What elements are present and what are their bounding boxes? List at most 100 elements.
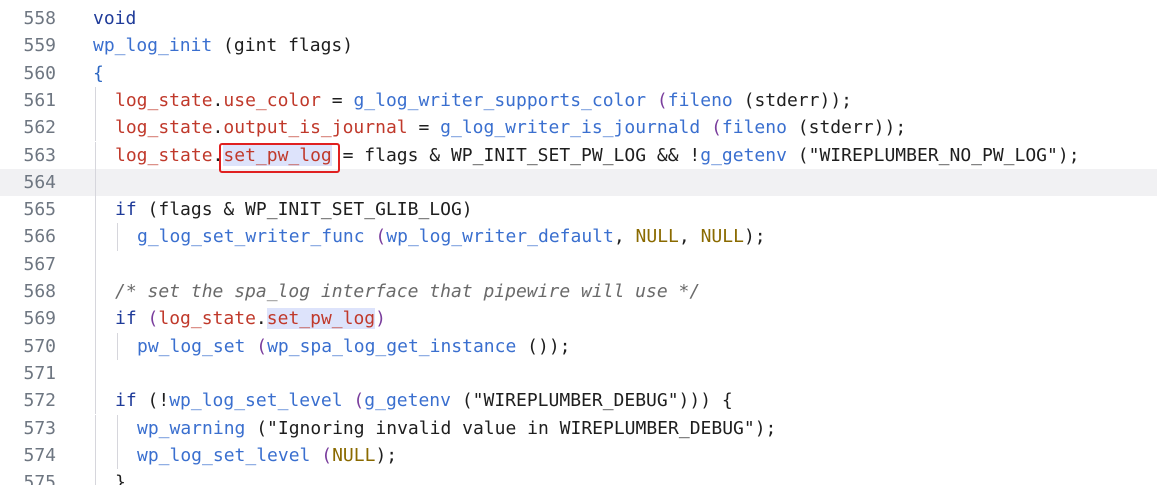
code-token: log_state xyxy=(115,144,213,166)
code-token: ("WIREPLUMBER_NO_PW_LOG"); xyxy=(786,144,1080,166)
line-code: if (!wp_log_set_level (g_getenv ("WIREPL… xyxy=(115,387,733,414)
code-token: pw_log_set xyxy=(137,335,246,357)
code-line[interactable]: 571 xyxy=(0,359,1157,388)
code-token: if xyxy=(115,390,137,412)
code-token: ( xyxy=(700,117,722,139)
code-token: ); xyxy=(743,226,766,248)
indent-guide xyxy=(95,359,96,388)
line-code: wp_warning ("Ignoring invalid value in W… xyxy=(137,415,776,442)
indent-guide xyxy=(95,114,96,142)
code-token: . xyxy=(255,308,267,330)
code-token: fileno xyxy=(721,117,787,139)
code-line[interactable]: 569 if (log_state.set_pw_log) xyxy=(0,305,1157,333)
code-line[interactable]: 561 log_state.use_color = g_log_writer_su… xyxy=(0,86,1157,115)
code-line[interactable]: 575} xyxy=(0,469,1157,485)
code-token: (flags & WP_INIT_SET_GLIB_LOG) xyxy=(136,199,473,221)
line-number: 563 xyxy=(23,144,56,166)
line-number: 564 xyxy=(23,171,56,193)
code-token: ( xyxy=(364,226,387,248)
line-code: { xyxy=(93,60,104,87)
code-token: { xyxy=(93,62,104,84)
code-token: set_pw_log xyxy=(266,308,376,330)
code-line[interactable]: 563 log_state.set_pw_log = flags & WP_INI… xyxy=(0,141,1157,169)
code-editor[interactable]: 558 void 559 wp_log_init (gint flags) 560 {56… xyxy=(0,0,1157,485)
line-code: pw_log_set (wp_spa_log_get_instance ()); xyxy=(137,333,571,360)
indent-guide xyxy=(117,441,118,470)
code-token: ) xyxy=(375,308,386,330)
code-token: NULL xyxy=(700,226,744,248)
code-token: ( xyxy=(245,335,268,357)
code-token: wp_log_set_level xyxy=(137,444,311,466)
code-token: g_log_writer_supports_color xyxy=(353,89,647,111)
code-token: (gint flags) xyxy=(212,35,354,57)
indent-guide xyxy=(95,332,96,360)
indent-guide xyxy=(95,168,96,197)
code-line[interactable]: 565 if (flags & WP_INIT_SET_GLIB_LOG) xyxy=(0,196,1157,224)
code-line[interactable]: 568 /* set the spa_log interface that pip… xyxy=(0,278,1157,306)
line-code: wp_log_init (gint flags) xyxy=(93,32,353,59)
code-token: wp_spa_log_get_instance xyxy=(267,335,517,357)
line-code: /* set the spa_log interface that pipewi… xyxy=(115,278,700,305)
code-line[interactable]: 564 xyxy=(0,168,1157,197)
code-line[interactable]: 574 wp_log_set_level (NULL); xyxy=(0,441,1157,470)
line-number: 570 xyxy=(23,335,56,357)
code-line[interactable]: 562 log_state.output_is_journal = g_log_w… xyxy=(0,114,1157,142)
line-code: g_log_set_writer_func (wp_log_writer_def… xyxy=(137,223,766,250)
code-token: g_getenv xyxy=(700,144,787,166)
indent-guide xyxy=(95,305,96,333)
code-line[interactable]: 558 void xyxy=(0,5,1157,32)
line-code: if (flags & WP_INIT_SET_GLIB_LOG) xyxy=(115,196,473,223)
code-token: NULL xyxy=(332,444,376,466)
code-token: wp_warning xyxy=(137,417,246,439)
code-line[interactable]: 570 pw_log_set (wp_spa_log_get_instance (… xyxy=(0,332,1157,360)
code-token: (stderr)); xyxy=(732,89,852,111)
code-token: void xyxy=(93,8,137,29)
code-token: NULL xyxy=(635,226,679,248)
code-token: log_state xyxy=(115,117,213,139)
line-number: 571 xyxy=(23,362,56,384)
line-number: 565 xyxy=(23,199,56,221)
line-number: 561 xyxy=(23,89,56,111)
indent-guide xyxy=(117,223,118,251)
code-line[interactable]: 572 if (!wp_log_set_level (g_getenv ("WIR… xyxy=(0,387,1157,415)
code-token: log_state xyxy=(115,89,213,111)
code-token: if xyxy=(115,308,137,330)
line-code: void xyxy=(93,5,136,32)
code-token: g_log_set_writer_func xyxy=(137,226,365,248)
code-token: . xyxy=(212,89,224,111)
code-token: wp_log_init xyxy=(93,35,213,57)
line-number: 572 xyxy=(23,390,56,412)
code-line[interactable]: 573 wp_warning ("Ignoring invalid value i… xyxy=(0,414,1157,442)
code-line[interactable]: 560 { xyxy=(0,60,1157,87)
code-token: ( xyxy=(136,308,159,330)
code-token: ("Ignoring invalid value in WIREPLUMBER_… xyxy=(245,417,777,439)
code-token: , xyxy=(613,226,636,248)
indent-guide xyxy=(95,141,96,169)
indent-guide xyxy=(95,250,96,278)
line-number: 573 xyxy=(23,417,56,439)
code-token: fileno xyxy=(667,89,733,111)
code-token: = xyxy=(407,117,441,139)
code-token: ( xyxy=(310,444,333,466)
line-code: } xyxy=(115,469,126,485)
code-line[interactable]: 559 wp_log_init (gint flags) xyxy=(0,32,1157,59)
code-token: = flags & WP_INIT_SET_PW_LOG && ! xyxy=(331,144,701,166)
line-number: 574 xyxy=(23,444,56,466)
line-code: wp_log_set_level (NULL); xyxy=(137,442,397,469)
code-token: ); xyxy=(375,444,398,466)
code-token: , xyxy=(678,226,701,248)
line-number: 559 xyxy=(23,35,56,57)
line-code: if (log_state.set_pw_log) xyxy=(115,305,386,332)
code-token: use_color xyxy=(223,89,321,111)
indent-guide xyxy=(95,469,96,485)
code-line[interactable]: 566 g_log_set_writer_func (wp_log_writer_… xyxy=(0,223,1157,251)
code-token: wp_log_set_level xyxy=(169,390,343,412)
code-token: /* set the spa_log interface that pipewi… xyxy=(115,281,701,302)
line-number: 566 xyxy=(23,226,56,248)
indent-guide xyxy=(117,414,118,442)
selection-highlight-box xyxy=(219,143,340,173)
indent-guide xyxy=(95,387,96,415)
line-number: 575 xyxy=(23,472,56,485)
code-token: (! xyxy=(136,390,170,412)
code-line[interactable]: 567 xyxy=(0,250,1157,278)
